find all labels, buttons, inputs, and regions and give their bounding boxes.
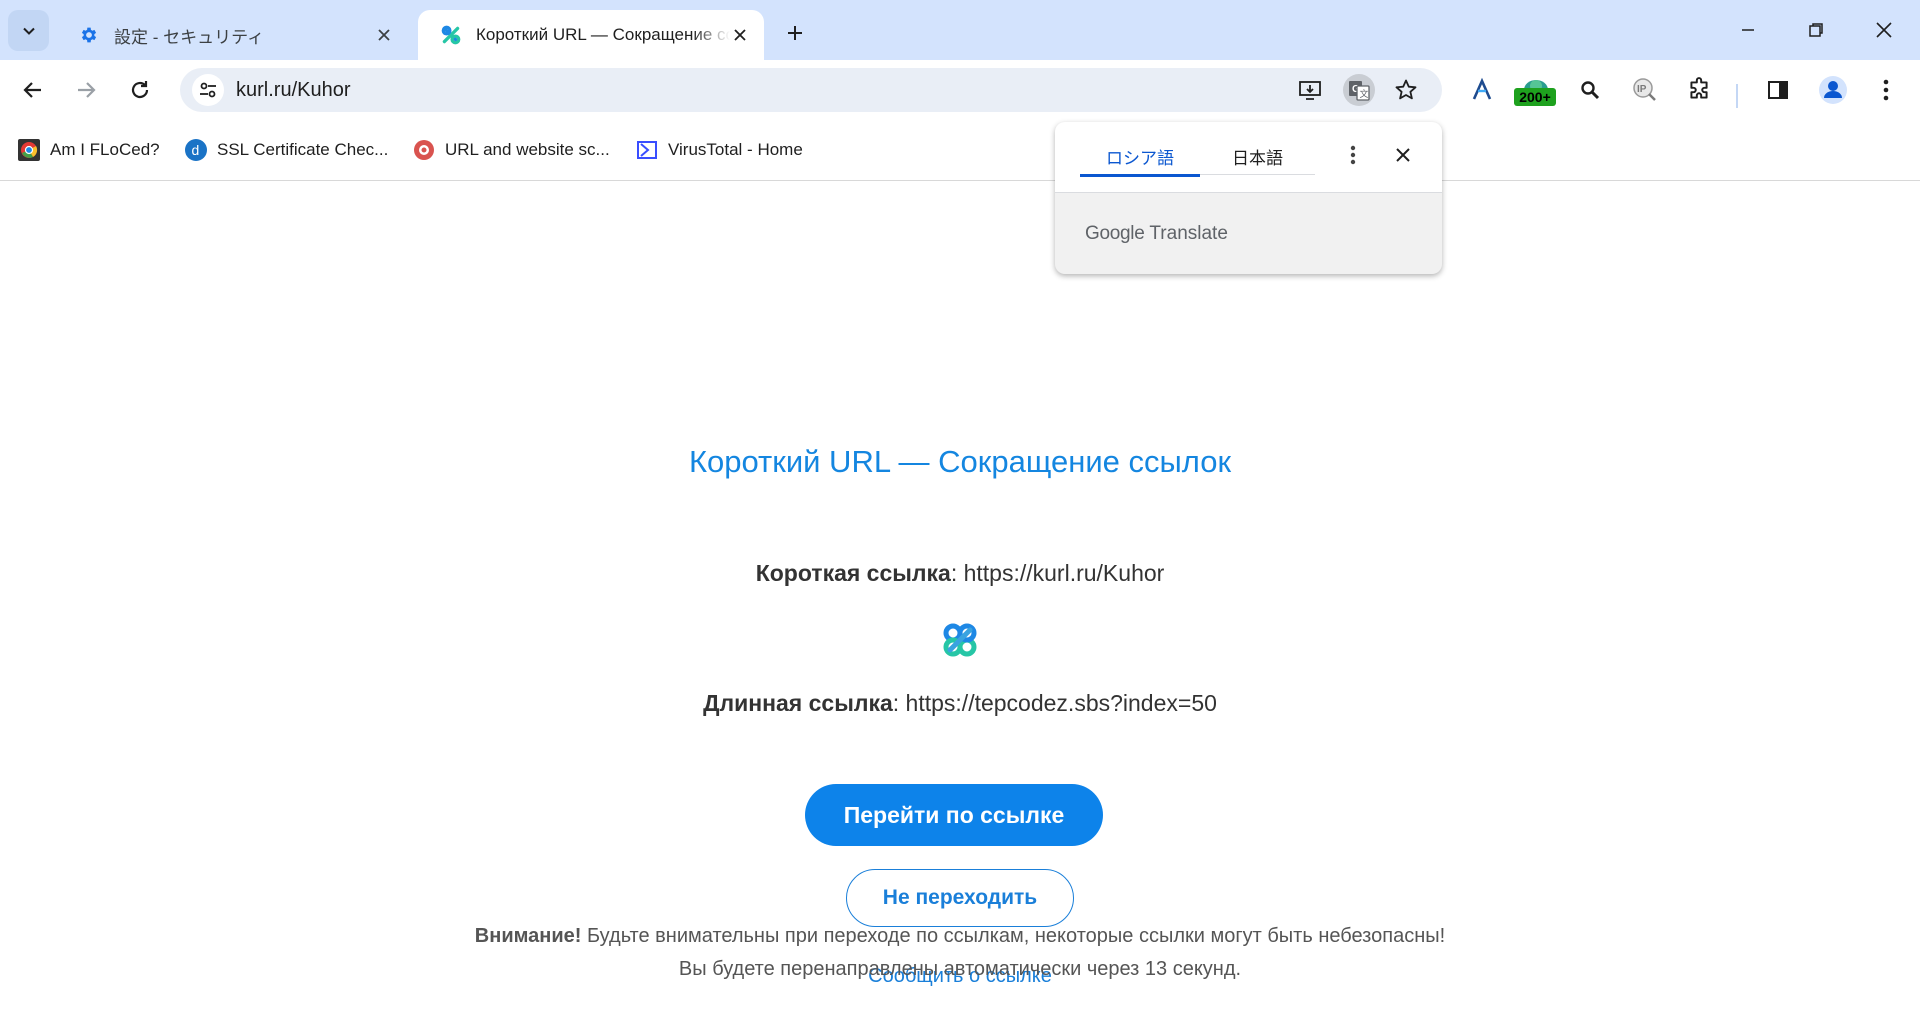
long-link-label: Длинная ссылка [703,690,893,716]
tab-title: 設定 - セキュリティ [114,27,265,47]
bookmark-label: URL and website sc... [445,140,610,159]
redirect-countdown-text: Вы будете перенаправлены автоматически ч… [678,958,1242,980]
tab-kurl[interactable]: Короткий URL — Сокращение ссылок [418,10,764,60]
bookmarks-bar: Am I FLoCed? d SSL Certificate Chec... U… [0,120,1920,181]
long-link-value: https://tepcodez.sbs?index=50 [905,690,1217,716]
long-link-row: Длинная ссылка: https://tepcodez.sbs?ind… [703,690,1217,716]
reload-button[interactable] [120,70,160,110]
translate-options-icon[interactable] [1338,140,1368,170]
translate-popup-header: ロシア語 日本語 [1055,122,1442,193]
close-icon[interactable] [1388,140,1418,170]
search-extension-icon[interactable] [1572,72,1608,108]
tab-search-button[interactable] [8,10,49,51]
forward-button[interactable] [66,70,106,110]
bookmark-star-icon[interactable] [1390,74,1422,106]
tab-source-language[interactable]: ロシア語 [1080,144,1200,177]
extension-arrows-icon[interactable] [1464,72,1500,108]
kurl-logo-icon [940,620,980,660]
restore-icon [1809,23,1823,37]
close-icon[interactable] [730,25,750,45]
side-panel-icon[interactable] [1760,72,1796,108]
chrome-icon [18,139,40,161]
digicert-icon: d [185,139,207,161]
close-icon [1876,22,1892,38]
tab-target-language[interactable]: 日本語 [1200,144,1315,175]
chevron-down-icon [22,27,35,35]
dont-go-button[interactable]: Не переходить [846,869,1074,927]
svg-text:d: d [192,142,200,158]
bookmark-label: VirusTotal - Home [668,140,803,159]
svg-text:IP: IP [1637,84,1647,95]
virustotal-icon [636,139,658,161]
kurl-logo-icon [440,24,462,46]
bookmark-item[interactable]: d SSL Certificate Chec... [185,138,388,162]
restore-button[interactable] [1798,12,1834,48]
warning-body: Будьте внимательны при переходе по ссылк… [587,925,1446,947]
minimize-button[interactable] [1730,12,1766,48]
back-button[interactable] [13,70,53,110]
translate-icon[interactable]: G文 [1343,74,1375,106]
window-close-button[interactable] [1866,12,1902,48]
warning-bold: Внимание! [474,925,582,947]
tab-title: Короткий URL — Сокращение ссылок [476,25,730,44]
translate-popup: ロシア語 日本語 Google Translate [1055,122,1442,274]
bookmark-item[interactable]: Am I FLoCed? [18,138,160,162]
menu-kebab-icon[interactable] [1868,72,1904,108]
url-text[interactable]: kurl.ru/Kuhor [236,79,351,102]
extensions-puzzle-icon[interactable] [1681,72,1717,108]
site-info-icon[interactable] [192,74,224,106]
gear-icon [78,24,100,46]
new-tab-button[interactable] [780,18,810,48]
arrow-right-icon [78,82,96,98]
address-bar[interactable]: kurl.ru/Kuhor G文 [180,68,1442,112]
brand-google: Google [1085,223,1145,244]
bookmark-label: SSL Certificate Chec... [217,140,389,159]
install-app-icon[interactable] [1294,74,1326,106]
tab-settings[interactable]: 設定 - セキュリティ [56,10,408,60]
reload-icon [131,81,149,99]
ip-extension-icon[interactable]: IP [1627,72,1663,108]
close-icon[interactable] [374,25,394,45]
urlscan-icon [413,139,435,161]
go-to-link-button[interactable]: Перейти по ссылке [805,784,1103,846]
page-title: Короткий URL — Сокращение ссылок [688,444,1232,479]
profile-avatar-icon[interactable] [1815,72,1851,108]
warning-text: Внимание! Будьте внимательны при переход… [0,925,1920,948]
short-link-row: Короткая ссылка: https://kurl.ru/Kuhor [755,560,1165,586]
brand-translate: Translate [1149,223,1228,244]
toolbar-divider [1736,84,1738,108]
svg-text:文: 文 [1360,88,1369,99]
arrow-left-icon [23,82,41,98]
tab-strip: 設定 - セキュリティ Короткий URL — Сокращение сс… [0,0,1920,60]
bookmark-item[interactable]: URL and website sc... [413,138,610,162]
extension-badge: 200+ [1514,88,1556,106]
plus-icon [788,26,802,40]
google-translate-logo: Google Translate [1085,223,1228,245]
bookmark-item[interactable]: VirusTotal - Home [636,138,803,162]
short-link-value: https://kurl.ru/Kuhor [963,560,1165,586]
browser-toolbar: kurl.ru/Kuhor G文 200+ IP [0,60,1920,120]
short-link-label: Короткая ссылка [755,560,951,586]
extension-counter-icon[interactable]: 200+ [1514,72,1558,108]
minimize-icon [1742,29,1754,31]
bookmark-label: Am I FLoCed? [50,140,160,159]
